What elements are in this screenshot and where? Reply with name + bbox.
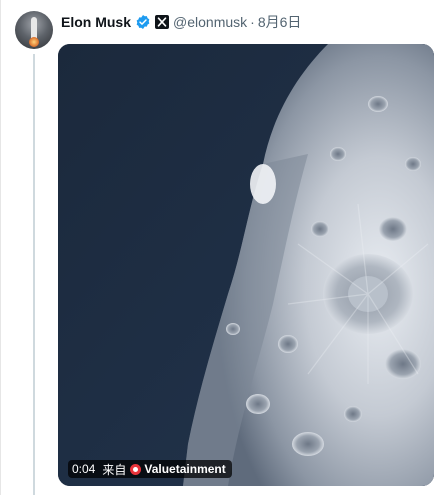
tweet-header: Elon Musk @elonmusk · 8月6日 [61,12,301,32]
post-date[interactable]: 8月6日 [258,12,302,32]
verified-badge-icon [135,14,151,30]
video-player[interactable]: 0:04 来自 Valuetainment [58,44,434,486]
video-elapsed-time: 0:04 [72,462,96,476]
author-name[interactable]: Elon Musk [61,14,131,30]
video-info-overlay: 0:04 来自 Valuetainment [68,460,232,478]
moon-video-frame [58,44,434,486]
video-source-prefix: 来自 [102,462,127,477]
x-logo-icon [155,15,170,29]
tweet-card[interactable]: Elon Musk @elonmusk · 8月6日 0:04 来自 Value… [0,0,438,495]
thread-line [33,54,35,495]
source-record-icon [130,463,142,475]
video-source-name[interactable]: Valuetainment [144,462,225,476]
header-separator: · [250,14,255,30]
author-handle[interactable]: @elonmusk [173,14,247,30]
avatar-rocket-image [31,17,37,39]
author-avatar[interactable] [15,11,53,49]
avatar-flame-image [29,37,39,47]
